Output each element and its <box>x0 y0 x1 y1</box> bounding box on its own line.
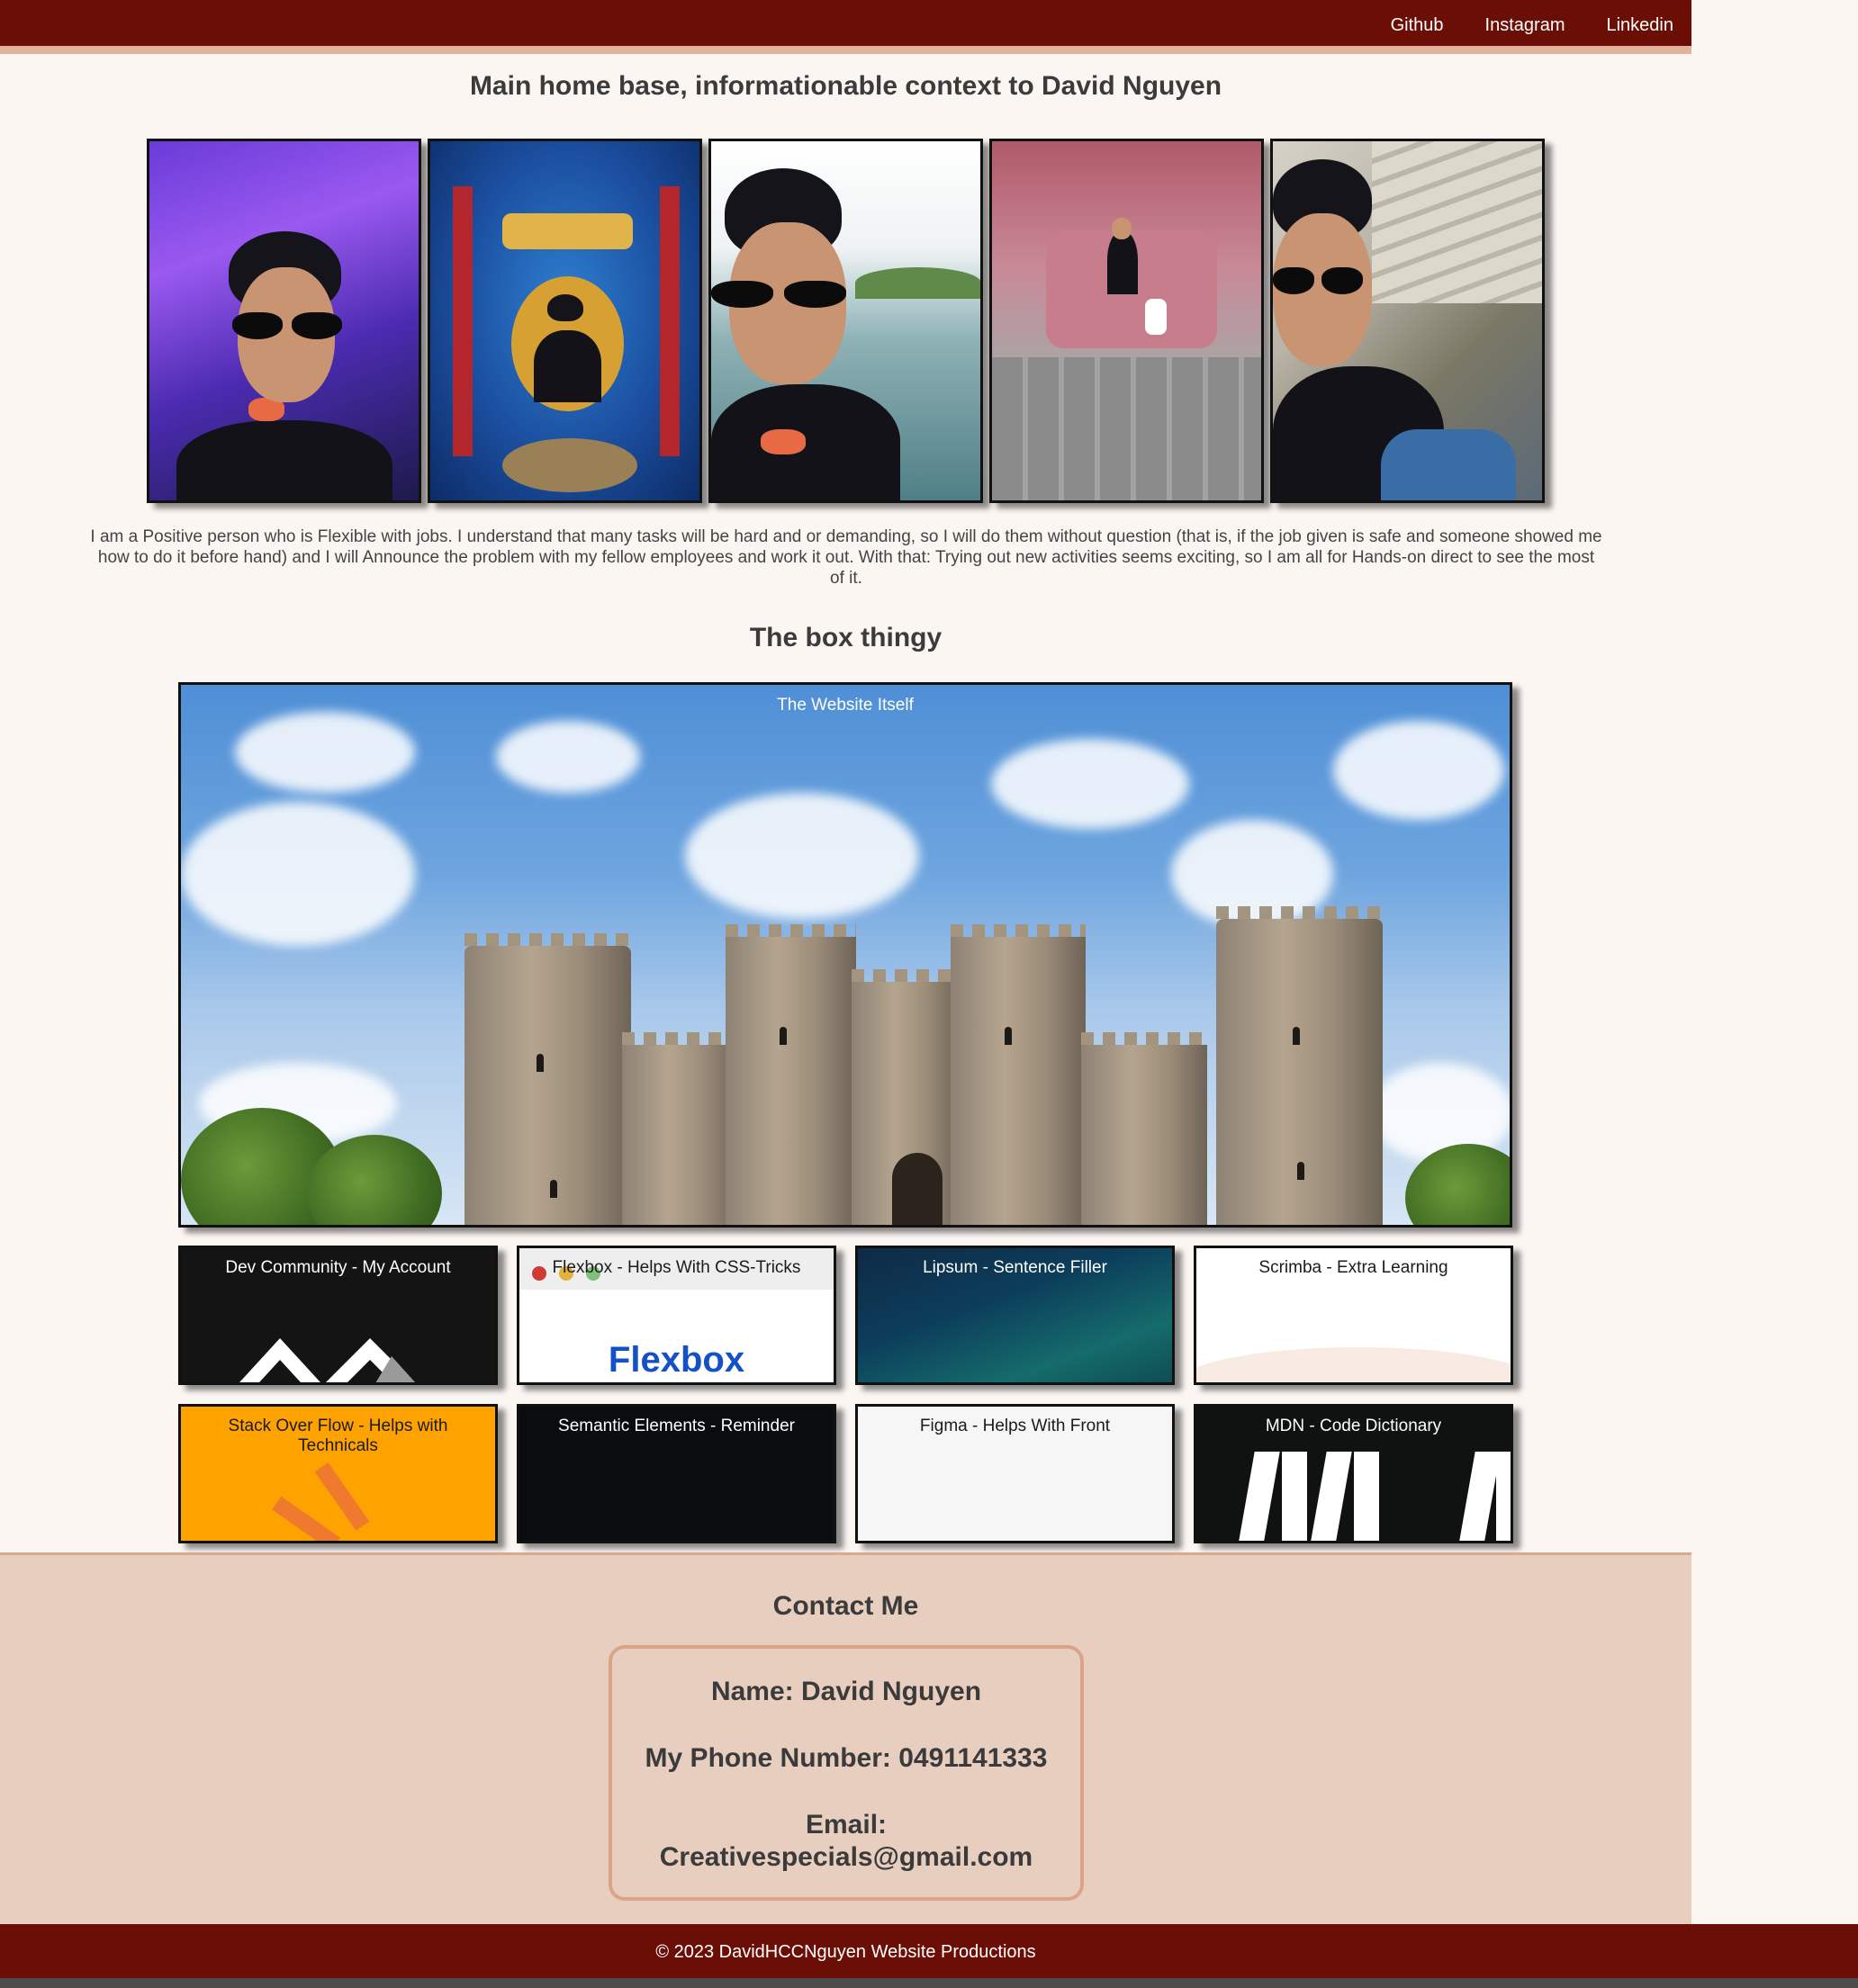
nav-link-linkedin[interactable]: Linkedin <box>1606 15 1673 36</box>
nav-link-github[interactable]: Github <box>1391 15 1444 36</box>
gallery-photo-1 <box>147 139 421 503</box>
nav-links: Github Instagram Linkedin <box>1391 15 1673 36</box>
bottom-strip <box>0 1978 1858 1988</box>
contact-email[interactable]: Creativespecials@gmail.com <box>612 1841 1080 1874</box>
card-label: Semantic Elements - Reminder <box>558 1417 795 1435</box>
about-paragraph: I am a Positive person who is Flexible w… <box>90 527 1602 588</box>
footer-copyright: © 2023 DavidHCCNguyen Website Production… <box>655 1942 1036 1962</box>
contact-name: Name: David Nguyen <box>710 1677 982 1706</box>
card-figma[interactable]: Figma - Helps With Front <box>855 1404 1175 1543</box>
top-navbar: Github Instagram Linkedin <box>0 0 1691 54</box>
card-lipsum[interactable]: Lipsum - Sentence Filler <box>855 1246 1175 1385</box>
card-scrimba[interactable]: Scrimba - Extra Learning <box>1194 1246 1513 1385</box>
card-label: MDN - Code Dictionary <box>1265 1417 1442 1435</box>
contact-phone: My Phone Number: 0491141333 <box>645 1743 1048 1773</box>
contact-section: Contact Me Name: David Nguyen My Phone N… <box>0 1552 1691 1924</box>
card-semantic-elements[interactable]: Semantic Elements - Reminder <box>517 1404 836 1543</box>
contact-email-label: Email: <box>805 1810 888 1840</box>
card-label: Lipsum - Sentence Filler <box>923 1258 1107 1277</box>
box-section-title: The box thingy <box>749 623 943 652</box>
card-label: Scrimba - Extra Learning <box>1258 1258 1448 1277</box>
gallery-photo-4 <box>989 139 1264 503</box>
gallery-photo-5 <box>1270 139 1545 503</box>
nav-link-instagram[interactable]: Instagram <box>1485 15 1565 36</box>
footer: © 2023 DavidHCCNguyen Website Production… <box>0 1924 1858 1978</box>
card-label: Stack Over Flow - Helps with Technicals <box>228 1417 448 1455</box>
card-flexbox[interactable]: Flexbox Flexbox - Helps With CSS-Tricks <box>517 1246 836 1385</box>
card-label: Dev Community - My Account <box>225 1258 451 1277</box>
card-label: Figma - Helps With Front <box>919 1417 1111 1435</box>
hero-caption: The Website Itself <box>777 696 914 715</box>
card-label: Flexbox - Helps With CSS-Tricks <box>552 1258 801 1277</box>
card-stack-overflow[interactable]: Stack Over Flow - Helps with Technicals <box>178 1404 498 1543</box>
card-dev-community[interactable]: Dev Community - My Account <box>178 1246 498 1385</box>
contact-card: Name: David Nguyen My Phone Number: 0491… <box>609 1645 1084 1901</box>
contact-title: Contact Me <box>772 1591 919 1621</box>
flexbox-logo-text: Flexbox <box>608 1340 745 1380</box>
website-hero-link[interactable]: The Website Itself <box>178 682 1512 1228</box>
page-title: Main home base, informationable context … <box>469 71 1222 101</box>
gallery-photo-2 <box>428 139 702 503</box>
card-mdn[interactable]: MDN - Code Dictionary <box>1194 1404 1513 1543</box>
gallery-photo-3 <box>708 139 983 503</box>
